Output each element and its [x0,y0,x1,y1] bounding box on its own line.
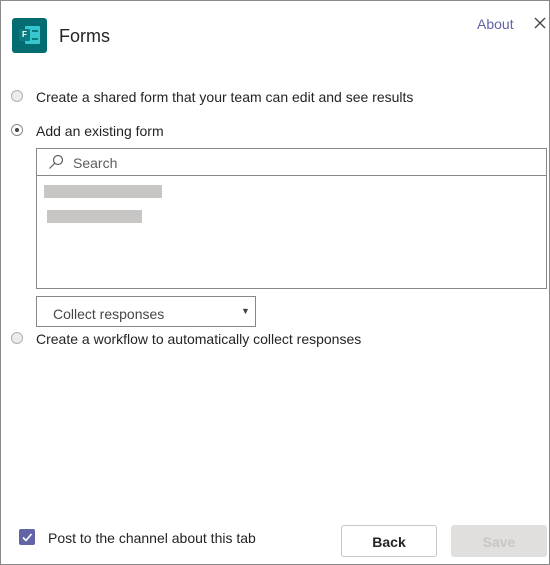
workflow-radio[interactable] [11,332,23,344]
forms-tab-config-dialog: F Forms About Create a shared form that … [0,0,550,565]
post-to-channel-checkbox[interactable] [19,529,35,545]
about-link[interactable]: About [477,16,514,32]
search-input[interactable] [73,153,533,172]
shared-form-radio[interactable] [11,90,23,102]
loading-placeholder-row [47,210,142,223]
dropdown-selected-value: Collect responses [53,306,165,322]
microsoft-forms-icon: F [12,18,47,53]
existing-form-radio[interactable] [11,124,23,136]
save-button[interactable]: Save [451,525,547,557]
loading-placeholder-row [44,185,162,198]
search-bar [37,149,546,176]
close-icon[interactable] [532,14,548,32]
checkmark-icon [22,533,33,542]
post-to-channel-label[interactable]: Post to the channel about this tab [48,530,256,546]
existing-form-label[interactable]: Add an existing form [36,123,164,139]
chevron-down-icon: ▼ [241,306,250,316]
workflow-type-dropdown[interactable]: Collect responses ▼ [36,296,256,327]
back-button[interactable]: Back [341,525,437,557]
dialog-title: Forms [59,26,110,46]
search-icon [48,154,64,170]
shared-form-label[interactable]: Create a shared form that your team can … [36,89,413,105]
workflow-label[interactable]: Create a workflow to automatically colle… [36,331,361,347]
form-picker [36,148,547,289]
